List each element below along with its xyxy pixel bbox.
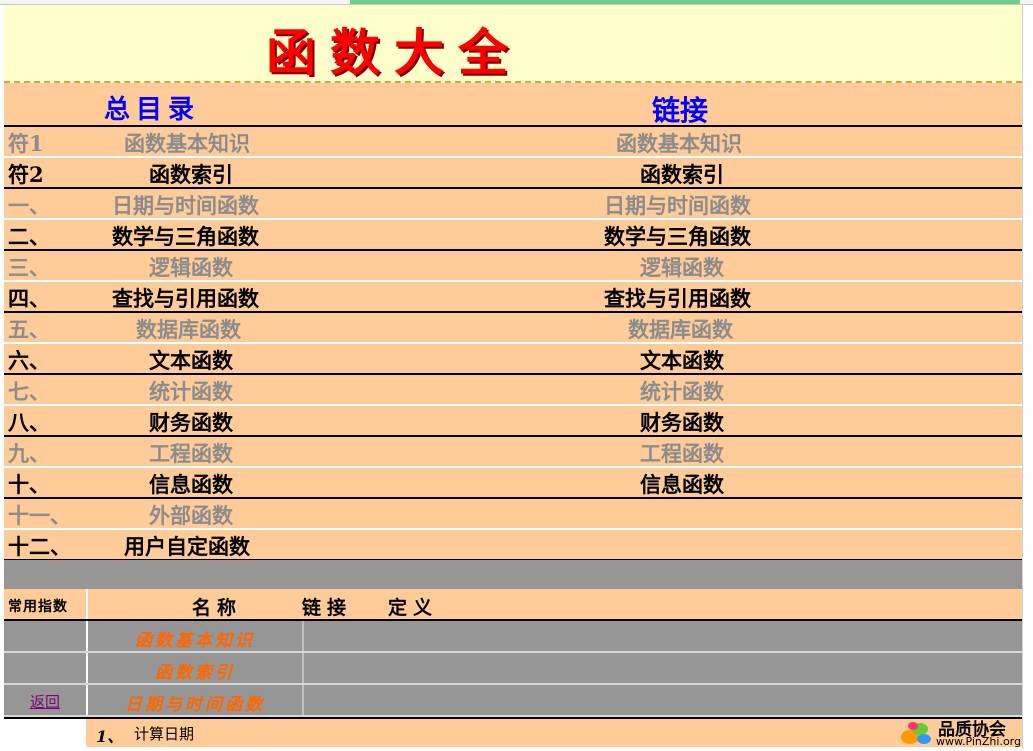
toc-row-name: 工程函数 [149, 441, 233, 466]
toc-header-row: 总目录 链接 [4, 83, 1022, 127]
toc-row-link[interactable]: 统计函数 [640, 376, 724, 406]
index-link-label: 日期与时间函数 [125, 695, 265, 715]
toc-row: 符1 函数基本知识 函数基本知识 [4, 127, 1022, 158]
toc-row-link[interactable]: 数据库函数 [628, 314, 733, 344]
toc-row-number: 符1 [8, 131, 44, 156]
toc-row-name: 信息函数 [149, 472, 233, 497]
toc-row-name: 数据库函数 [136, 317, 241, 342]
blank-cell [4, 719, 86, 747]
index-list: 函数基本知识 函数索引 返回 日期与时间函数 [4, 621, 1022, 717]
toc-row-name: 统计函数 [149, 379, 233, 404]
toc-row: 七、 统计函数 统计函数 [4, 375, 1022, 406]
toc-row-number: 二、 [8, 224, 50, 249]
toc-row-link[interactable]: 函数基本知识 [616, 128, 742, 158]
name-column-header: 名称 [192, 597, 243, 619]
logo-url: www.PinZhi.org [936, 735, 1021, 748]
back-link[interactable]: 返回 [30, 691, 60, 712]
item-number: 1、 [96, 727, 124, 746]
index-label: 常用指数 [8, 599, 68, 615]
toc-row-link[interactable]: 工程函数 [640, 438, 724, 468]
index-cell[interactable]: 函数基本知识 [86, 621, 304, 651]
toc-row-number: 十、 [8, 472, 50, 497]
toc-list: 符1 函数基本知识 函数基本知识符2 函数索引 函数索引一、 日期与时间函数 日期与时间函数… [4, 127, 1022, 561]
toc-row-link[interactable]: 数学与三角函数 [604, 221, 751, 251]
toc-row-name: 函数基本知识 [124, 131, 250, 156]
toc-row-name: 逻辑函数 [149, 255, 233, 280]
toc-row-name: 数学与三角函数 [112, 224, 259, 249]
index-header-row: 常用指数 名称 链接 定义 [4, 589, 1022, 621]
toc-row: 一、 日期与时间函数 日期与时间函数 [4, 189, 1022, 220]
index-link-label: 函数索引 [155, 663, 235, 683]
logo: 品质协会 www.PinZhi.org [898, 711, 1021, 751]
toc-row-link[interactable]: 函数索引 [640, 159, 724, 189]
toc-row-name: 财务函数 [149, 410, 233, 435]
index-cell[interactable]: 日期与时间函数 [86, 685, 304, 715]
toc-row: 十一、 外部函数 [4, 499, 1022, 530]
toc-row-number: 五、 [8, 317, 50, 342]
toc-row-name: 日期与时间函数 [112, 193, 259, 218]
index-cell[interactable]: 函数索引 [86, 653, 304, 683]
index-row: 返回 日期与时间函数 [4, 685, 1022, 717]
title-area: 函数大全 [4, 5, 1022, 83]
toc-row-number: 一、 [8, 193, 50, 218]
column-divider [86, 589, 88, 619]
toc-row: 八、 财务函数 财务函数 [4, 406, 1022, 437]
toc-row-link[interactable]: 查找与引用函数 [604, 283, 751, 313]
toc-row-name: 外部函数 [149, 503, 233, 528]
item-row: 1、 计算日期 [4, 717, 1022, 747]
toc-row-number: 四、 [8, 286, 50, 311]
toc-row-number: 九、 [8, 441, 50, 466]
toc-row: 四、 查找与引用函数 查找与引用函数 [4, 282, 1022, 313]
toc-row-link[interactable]: 逻辑函数 [640, 252, 724, 282]
toc-row-link[interactable]: 信息函数 [640, 469, 724, 499]
item-title: 计算日期 [134, 725, 195, 743]
toc-row-number: 十二、 [8, 534, 71, 559]
toc-row-number: 符2 [8, 162, 44, 187]
toc-row-number: 六、 [8, 348, 50, 373]
definition-column-header: 定义 [388, 597, 439, 619]
index-row: 函数基本知识 [4, 621, 1022, 653]
toc-row-name: 查找与引用函数 [112, 286, 259, 311]
toc-row: 五、 数据库函数 数据库函数 [4, 313, 1022, 344]
toc-row-name: 文本函数 [149, 348, 233, 373]
toc-row-number: 八、 [8, 410, 50, 435]
toc-row-name: 函数索引 [149, 162, 233, 187]
toc-row: 十二、 用户自定函数 [4, 530, 1022, 561]
link-header-label: 链接 [652, 94, 709, 127]
toc-row: 六、 文本函数 文本函数 [4, 344, 1022, 375]
toc-row: 符2 函数索引 函数索引 [4, 158, 1022, 189]
link-column-header: 链接 [302, 597, 353, 619]
selected-column-indicator [350, 0, 1020, 4]
toc-row-number: 十一、 [8, 503, 71, 528]
toc-row: 九、 工程函数 工程函数 [4, 437, 1022, 468]
toc-row-number: 三、 [8, 255, 50, 280]
index-link-label: 函数基本知识 [135, 631, 255, 651]
toc-row: 三、 逻辑函数 逻辑函数 [4, 251, 1022, 282]
index-row: 函数索引 [4, 653, 1022, 685]
toc-row: 十、 信息函数 信息函数 [4, 468, 1022, 499]
toc-row: 二、 数学与三角函数 数学与三角函数 [4, 220, 1022, 251]
logo-mark-icon [901, 722, 931, 744]
page-title: 函数大全 [266, 24, 522, 82]
spreadsheet: 函数大全 总目录 链接 符1 函数基本知识 函数基本知识 符2 函数索引 函数索引 一、 日期… [4, 5, 1022, 749]
separator-band [4, 560, 1022, 589]
toc-row-number: 七、 [8, 379, 50, 404]
sheet-edge [1022, 5, 1033, 749]
toc-header-label: 总目录 [104, 95, 201, 125]
toc-row-link[interactable]: 日期与时间函数 [604, 190, 751, 220]
toc-row-name: 用户自定函数 [124, 534, 250, 559]
toc-row-link[interactable]: 财务函数 [640, 407, 724, 437]
toc-row-link[interactable]: 文本函数 [640, 345, 724, 375]
